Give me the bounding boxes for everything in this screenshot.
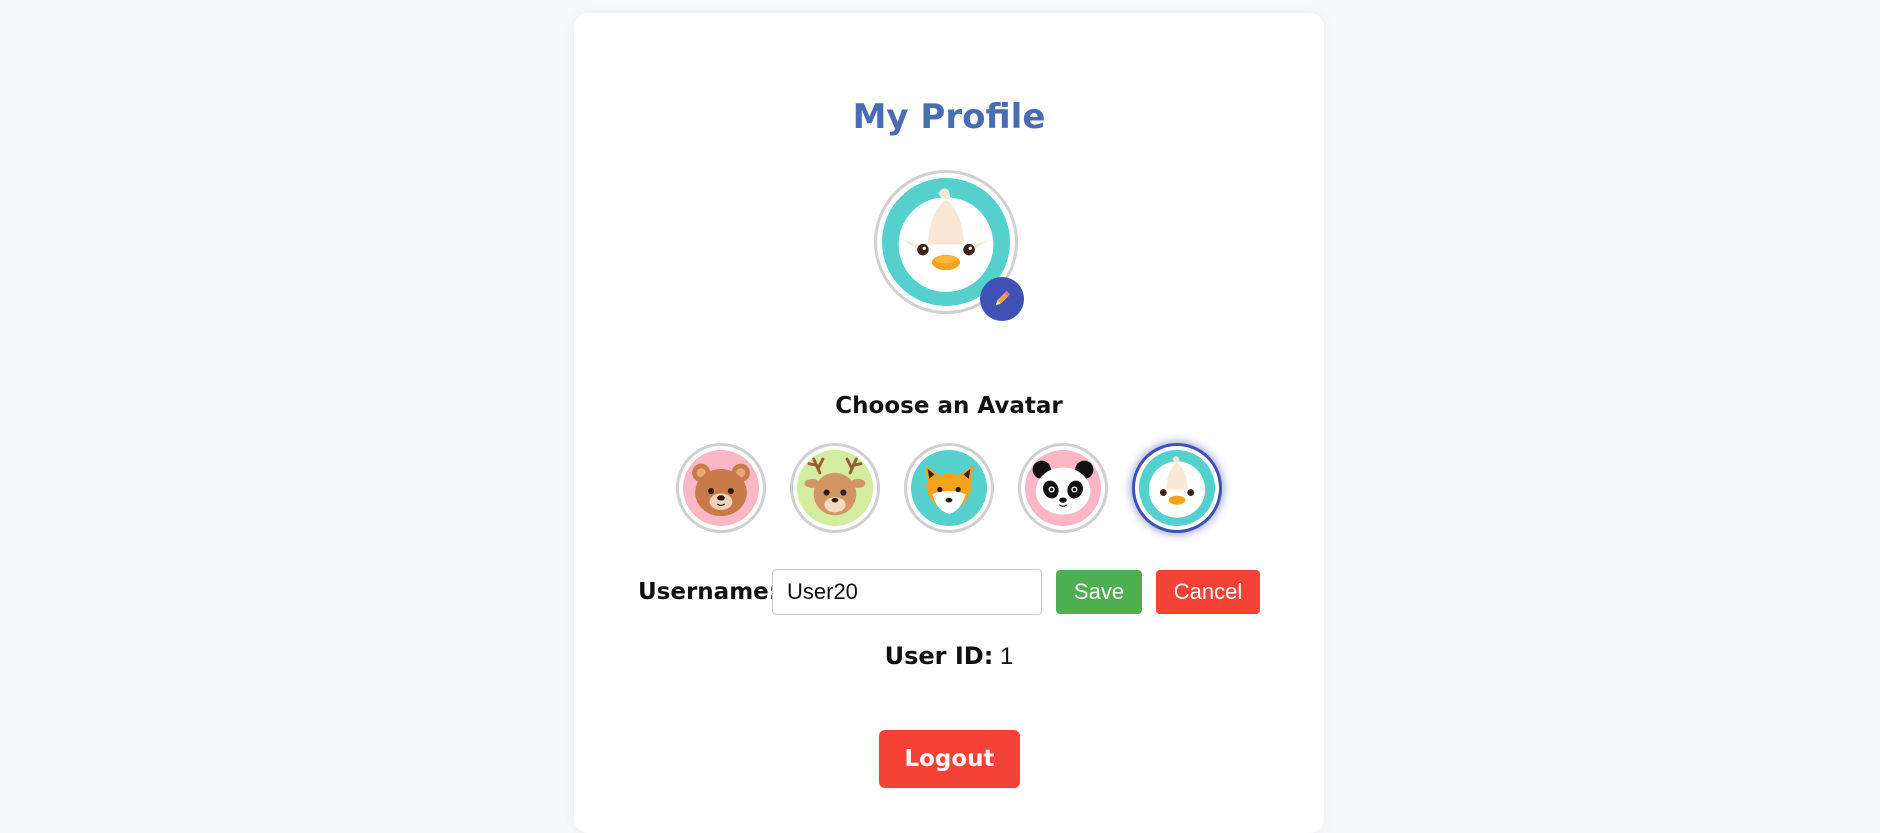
user-id-label: User ID: xyxy=(884,642,994,670)
username-input[interactable] xyxy=(772,569,1042,615)
fox-icon xyxy=(911,450,987,526)
edit-avatar-button[interactable] xyxy=(980,277,1024,321)
avatar-picker-heading: Choose an Avatar xyxy=(835,393,1063,419)
avatar-option-panda[interactable] xyxy=(1018,443,1108,533)
deer-icon xyxy=(797,450,873,526)
save-button[interactable]: Save xyxy=(1056,570,1142,614)
user-id: User ID: 1 xyxy=(574,642,1324,671)
user-id-value: 1 xyxy=(1000,643,1014,670)
pencil-icon xyxy=(995,290,1011,306)
cancel-button[interactable]: Cancel xyxy=(1156,570,1260,614)
avatar-option-fox[interactable] xyxy=(904,443,994,533)
avatar-option-duck[interactable] xyxy=(1132,443,1222,533)
avatar-option-bear[interactable] xyxy=(676,443,766,533)
profile-card: My Profile Choose an Avatar Username: Us… xyxy=(574,13,1324,833)
avatar-option-deer[interactable] xyxy=(790,443,880,533)
logout-button[interactable]: Logout xyxy=(879,730,1020,788)
duck-icon xyxy=(1139,450,1215,526)
panda-icon xyxy=(1025,450,1101,526)
page-title: My Profile xyxy=(852,97,1046,137)
bear-icon xyxy=(683,450,759,526)
username-label: Username: xyxy=(638,579,778,605)
